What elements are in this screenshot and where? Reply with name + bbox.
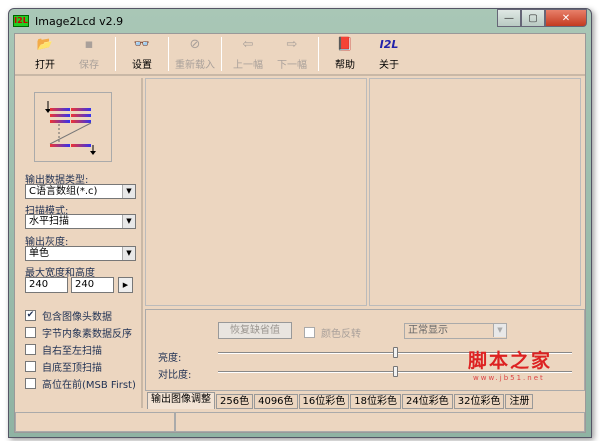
settings-panel: 输出数据类型: C语言数组(*.c) ▼ 扫描模式: 水平扫描 ▼ 输出灰度: 单色… <box>15 78 143 408</box>
chevron-down-icon[interactable]: ▼ <box>122 185 135 198</box>
status-bar <box>15 412 585 432</box>
output-image-pane <box>369 78 581 306</box>
checkbox[interactable] <box>25 344 36 355</box>
title-bar: I2L Image2Lcd v2.9 <box>13 12 123 30</box>
source-image-pane <box>145 78 367 306</box>
minimize-button[interactable]: — <box>497 9 521 27</box>
open-folder-icon: 📂 <box>36 37 54 52</box>
app-icon: I2L <box>13 15 29 27</box>
output-type-value: C语言数组(*.c) <box>29 186 98 197</box>
save-button[interactable]: ▪ 保存 <box>67 35 111 73</box>
toolbar-separator <box>318 37 319 71</box>
previous-icon: ⇦ <box>242 37 254 52</box>
tab-32bit-color[interactable]: 32位彩色 <box>453 394 505 409</box>
watermark-logo: 脚本之家 <box>468 350 553 372</box>
checkbox[interactable] <box>25 361 36 372</box>
display-mode-select[interactable]: 正常显示 ▼ <box>404 323 507 339</box>
tab-18bit-color[interactable]: 18位彩色 <box>350 394 402 409</box>
about-icon: I2L <box>379 38 399 51</box>
invert-color-checkbox[interactable]: 颜色反转 <box>304 325 361 340</box>
watermark-url: www.jb51.net <box>473 374 545 382</box>
max-height-input[interactable]: 240 <box>71 277 114 293</box>
save-label: 保存 <box>79 60 99 71</box>
right-to-left-checkbox[interactable]: 自右至左扫描 <box>25 342 102 357</box>
about-button[interactable]: I2L 关于 <box>367 35 411 73</box>
output-type-select[interactable]: C语言数组(*.c) ▼ <box>25 184 136 199</box>
max-width-input[interactable]: 240 <box>25 277 68 293</box>
checkbox[interactable] <box>25 327 36 338</box>
scan-direction-icon <box>45 101 96 155</box>
previous-button[interactable]: ⇦ 上一幅 <box>226 35 270 73</box>
open-button[interactable]: 📂 打开 <box>23 35 67 73</box>
about-label: 关于 <box>379 60 399 71</box>
settings-glasses-icon: 👓 <box>133 37 151 52</box>
reverse-pixel-order-label: 字节内象素数据反序 <box>42 329 132 340</box>
apply-size-button[interactable]: ▶ <box>118 277 133 293</box>
invert-color-label: 颜色反转 <box>321 329 361 340</box>
reload-label: 重新载入 <box>175 60 215 71</box>
client-area: 📂 打开 ▪ 保存 👓 设置 ⊘ 重新载入 ⇦ 上一幅 ⇨ 下一幅 📕 帮助 I2L 关于 输出… <box>14 33 586 433</box>
msb-first-checkbox[interactable]: 高位在前(MSB First) <box>25 376 136 391</box>
contrast-slider-thumb[interactable] <box>392 366 398 377</box>
help-button[interactable]: 📕 帮助 <box>323 35 367 73</box>
scan-preview-image <box>34 92 112 162</box>
chevron-down-icon[interactable]: ▼ <box>493 324 506 337</box>
checkbox-checked[interactable]: ✔ <box>25 310 36 321</box>
tab-4096-color[interactable]: 4096色 <box>254 394 298 409</box>
next-button[interactable]: ⇨ 下一幅 <box>270 35 314 73</box>
settings-button[interactable]: 👓 设置 <box>120 35 164 73</box>
toolbar: 📂 打开 ▪ 保存 👓 设置 ⊘ 重新载入 ⇦ 上一幅 ⇨ 下一幅 📕 帮助 I2L 关于 <box>15 34 585 76</box>
close-button[interactable]: ✕ <box>545 9 587 27</box>
right-to-left-label: 自右至左扫描 <box>42 346 102 357</box>
checkbox[interactable] <box>25 378 36 389</box>
settings-label: 设置 <box>132 60 152 71</box>
reload-icon: ⊘ <box>189 37 201 52</box>
bottom-to-top-label: 自底至顶扫描 <box>42 363 102 374</box>
help-book-icon: 📕 <box>336 37 354 52</box>
next-label: 下一幅 <box>277 60 307 71</box>
next-icon: ⇨ <box>286 37 298 52</box>
toolbar-separator <box>168 37 169 71</box>
bottom-to-top-checkbox[interactable]: 自底至顶扫描 <box>25 359 102 374</box>
tab-register[interactable]: 注册 <box>505 394 534 409</box>
include-header-label: 包含图像头数据 <box>42 312 112 323</box>
chevron-down-icon[interactable]: ▼ <box>122 215 135 228</box>
scan-mode-select[interactable]: 水平扫描 ▼ <box>25 214 136 229</box>
checkbox[interactable] <box>304 327 315 338</box>
tab-24bit-color[interactable]: 24位彩色 <box>402 394 453 409</box>
brightness-label: 亮度: <box>158 353 182 364</box>
tab-bar: 输出图像调整 256色 4096色 16位彩色 18位彩色 24位彩色 32位彩… <box>147 392 534 409</box>
gray-value: 单色 <box>29 248 49 259</box>
tab-output-adjust[interactable]: 输出图像调整 <box>147 392 215 409</box>
scan-mode-value: 水平扫描 <box>29 216 69 227</box>
reload-button[interactable]: ⊘ 重新载入 <box>173 35 217 73</box>
maximize-button[interactable]: ▢ <box>521 9 545 27</box>
window-title: Image2Lcd v2.9 <box>35 14 124 28</box>
brightness-slider-thumb[interactable] <box>392 347 398 358</box>
display-mode-value: 正常显示 <box>408 325 448 336</box>
previous-label: 上一幅 <box>233 60 263 71</box>
include-header-checkbox[interactable]: ✔ 包含图像头数据 <box>25 308 112 323</box>
help-label: 帮助 <box>335 60 355 71</box>
reverse-pixel-order-checkbox[interactable]: 字节内象素数据反序 <box>25 325 132 340</box>
msb-first-label: 高位在前(MSB First) <box>42 380 136 391</box>
toolbar-separator <box>221 37 222 71</box>
tab-256-color[interactable]: 256色 <box>216 394 254 409</box>
status-pane-1 <box>15 412 175 432</box>
contrast-label: 对比度: <box>158 370 192 381</box>
save-icon: ▪ <box>84 37 94 52</box>
toolbar-separator <box>115 37 116 71</box>
status-pane-2 <box>175 412 585 432</box>
restore-defaults-button[interactable]: 恢复缺省值 <box>218 322 292 339</box>
chevron-down-icon[interactable]: ▼ <box>122 247 135 260</box>
gray-select[interactable]: 单色 ▼ <box>25 246 136 261</box>
open-label: 打开 <box>35 60 55 71</box>
tab-16bit-color[interactable]: 16位彩色 <box>298 394 350 409</box>
